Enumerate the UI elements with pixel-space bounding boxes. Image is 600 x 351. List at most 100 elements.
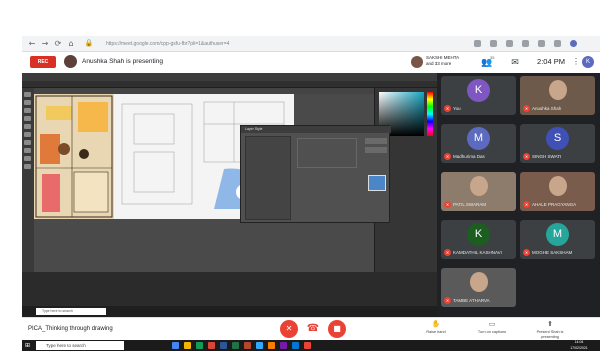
joined-summary: SAKSHI MEHTA and 33 more: [426, 55, 459, 66]
windows-date: 17/02/2021: [570, 345, 588, 350]
more-options-icon[interactable]: ⋮: [572, 57, 580, 67]
photoshop-toolbar: [22, 88, 34, 272]
participant-name: You: [453, 106, 461, 111]
muted-mic-icon: ✕: [444, 153, 451, 160]
taskbar-app-icon[interactable]: [172, 342, 179, 349]
extension-icon[interactable]: [554, 40, 561, 47]
taskbar-app-icon[interactable]: [208, 342, 215, 349]
back-arrow-icon[interactable]: ←: [27, 39, 37, 49]
recording-badge: REC: [30, 56, 56, 68]
taskbar-app-icon[interactable]: [196, 342, 203, 349]
participant-video: [549, 80, 567, 100]
muted-mic-icon: ✕: [444, 249, 451, 256]
taskbar-app-icon[interactable]: [220, 342, 227, 349]
tool-icon: [24, 124, 31, 129]
windows-taskbar: ⊞ Type here to search 14:04 17/02/2021: [22, 340, 600, 351]
dialog-cancel-button: [365, 147, 387, 153]
dialog-preview-swatch: [368, 175, 386, 191]
home-icon[interactable]: ⌂: [66, 39, 76, 49]
extension-icon[interactable]: [506, 40, 513, 47]
participant-video: [470, 272, 488, 292]
participant-avatar: K: [467, 223, 490, 246]
meet-bottom-bar: PICA_Thinking through drawing ✕ ☎ ■ ✋ Ra…: [22, 317, 600, 340]
tool-icon: [24, 116, 31, 121]
people-count: 35: [490, 55, 495, 60]
extension-icon[interactable]: [490, 40, 497, 47]
participant-name: TAMBE ATHARVA: [453, 298, 490, 303]
tool-icon: [24, 164, 31, 169]
participant-tile[interactable]: M ✕ MOGHE SAKSHAM: [520, 220, 595, 259]
captions-button[interactable]: ▭ Turn on captions: [470, 320, 514, 340]
address-bar[interactable]: https://meet.google.com/cpp-gsfu-fbr?pli…: [106, 40, 296, 49]
present-label: Present Shah is presenting: [536, 330, 564, 339]
participant-video: [470, 176, 488, 196]
screenshot: ← → ⟳ ⌂ 🔒 https://meet.google.com/cpp-gs…: [0, 0, 600, 351]
windows-clock: 14:04 17/02/2021: [562, 340, 596, 351]
floor-plan-sketch: [35, 95, 113, 218]
participant-tile[interactable]: M ✕ Madhurima Das: [441, 124, 516, 163]
dialog-style-list: [245, 136, 291, 220]
forward-arrow-icon[interactable]: →: [40, 39, 50, 49]
participant-avatar: M: [546, 223, 569, 246]
participant-name: Anushka Shah: [532, 106, 562, 111]
windows-search-box[interactable]: Type here to search: [36, 341, 124, 350]
participant-tile[interactable]: K ✕ You: [441, 76, 516, 115]
extension-icon[interactable]: [474, 40, 481, 47]
muted-mic-icon: ✕: [523, 201, 530, 208]
self-avatar[interactable]: K: [582, 56, 594, 68]
muted-mic-icon: ✕: [523, 153, 530, 160]
windows-start-icon[interactable]: ⊞: [25, 342, 32, 349]
participant-tile[interactable]: ✕ AHALE PRAGYANGA: [520, 172, 595, 211]
participant-tile[interactable]: ✕ TAMBE ATHARVA: [441, 268, 516, 307]
end-call-icon[interactable]: ☎: [304, 320, 322, 338]
taskbar-app-icon[interactable]: [256, 342, 263, 349]
taskbar-app-icon[interactable]: [304, 342, 311, 349]
chat-icon[interactable]: ✉: [509, 56, 521, 68]
taskbar-app-icon[interactable]: [292, 342, 299, 349]
shared-windows-taskbar: Type here to search: [22, 306, 437, 317]
participant-name: PATIL SWARAM: [453, 202, 487, 207]
taskbar-app-icon[interactable]: [280, 342, 287, 349]
participant-tile[interactable]: K ✕ KAMDATHIL KASHNAVI: [441, 220, 516, 259]
participant-tile[interactable]: ✕ PATIL SWARAM: [441, 172, 516, 211]
dialog-ok-button: [365, 138, 387, 144]
taskbar-app-icon[interactable]: [244, 342, 251, 349]
extension-icon[interactable]: [538, 40, 545, 47]
meeting-title[interactable]: PICA_Thinking through drawing: [28, 324, 113, 334]
participant-video: [549, 176, 567, 196]
meeting-clock: 2:04 PM: [537, 57, 565, 66]
muted-mic-icon: ✕: [444, 297, 451, 304]
tool-icon: [24, 108, 31, 113]
browser-toolbar: ← → ⟳ ⌂ 🔒 https://meet.google.com/cpp-gs…: [22, 36, 600, 52]
layer-style-dialog: Layer Style: [240, 125, 391, 223]
participant-name: MOGHE SAKSHAM: [532, 250, 573, 255]
dialog-options-group: [297, 138, 357, 168]
tool-icon: [24, 156, 31, 161]
raise-hand-button[interactable]: ✋ Raise hand: [414, 320, 458, 340]
participant-name: AHALE PRAGYANGA: [532, 202, 577, 207]
taskbar-app-icon[interactable]: [268, 342, 275, 349]
participant-tile[interactable]: ✕ Anushka Shah: [520, 76, 595, 115]
tool-icon: [24, 100, 31, 105]
participant-tile[interactable]: S ✕ SINGH SWATI: [520, 124, 595, 163]
tool-icon: [24, 92, 31, 97]
participant-name: Madhurima Das: [453, 154, 485, 159]
browser-window: ← → ⟳ ⌂ 🔒 https://meet.google.com/cpp-gs…: [22, 36, 600, 351]
present-button[interactable]: ⬆ Present Shah is presenting: [528, 320, 572, 340]
participant-avatar: S: [546, 127, 569, 150]
profile-icon[interactable]: [570, 40, 577, 47]
reload-icon[interactable]: ⟳: [53, 39, 63, 49]
tool-icon: [24, 148, 31, 153]
colored-floor-plan: [34, 94, 114, 219]
camera-off-icon[interactable]: ■: [328, 320, 346, 338]
photoshop-options-bar: [22, 81, 437, 88]
muted-mic-icon: ✕: [523, 249, 530, 256]
mic-off-icon[interactable]: ✕: [280, 320, 298, 338]
extension-icon[interactable]: [522, 40, 529, 47]
presenting-status: Anushka Shah is presenting: [82, 58, 163, 65]
taskbar-app-icon[interactable]: [232, 342, 239, 349]
participant-name: SINGH SWATI: [532, 154, 562, 159]
present-icon: ⬆: [547, 320, 553, 328]
hue-slider[interactable]: [427, 92, 433, 136]
taskbar-app-icon[interactable]: [184, 342, 191, 349]
